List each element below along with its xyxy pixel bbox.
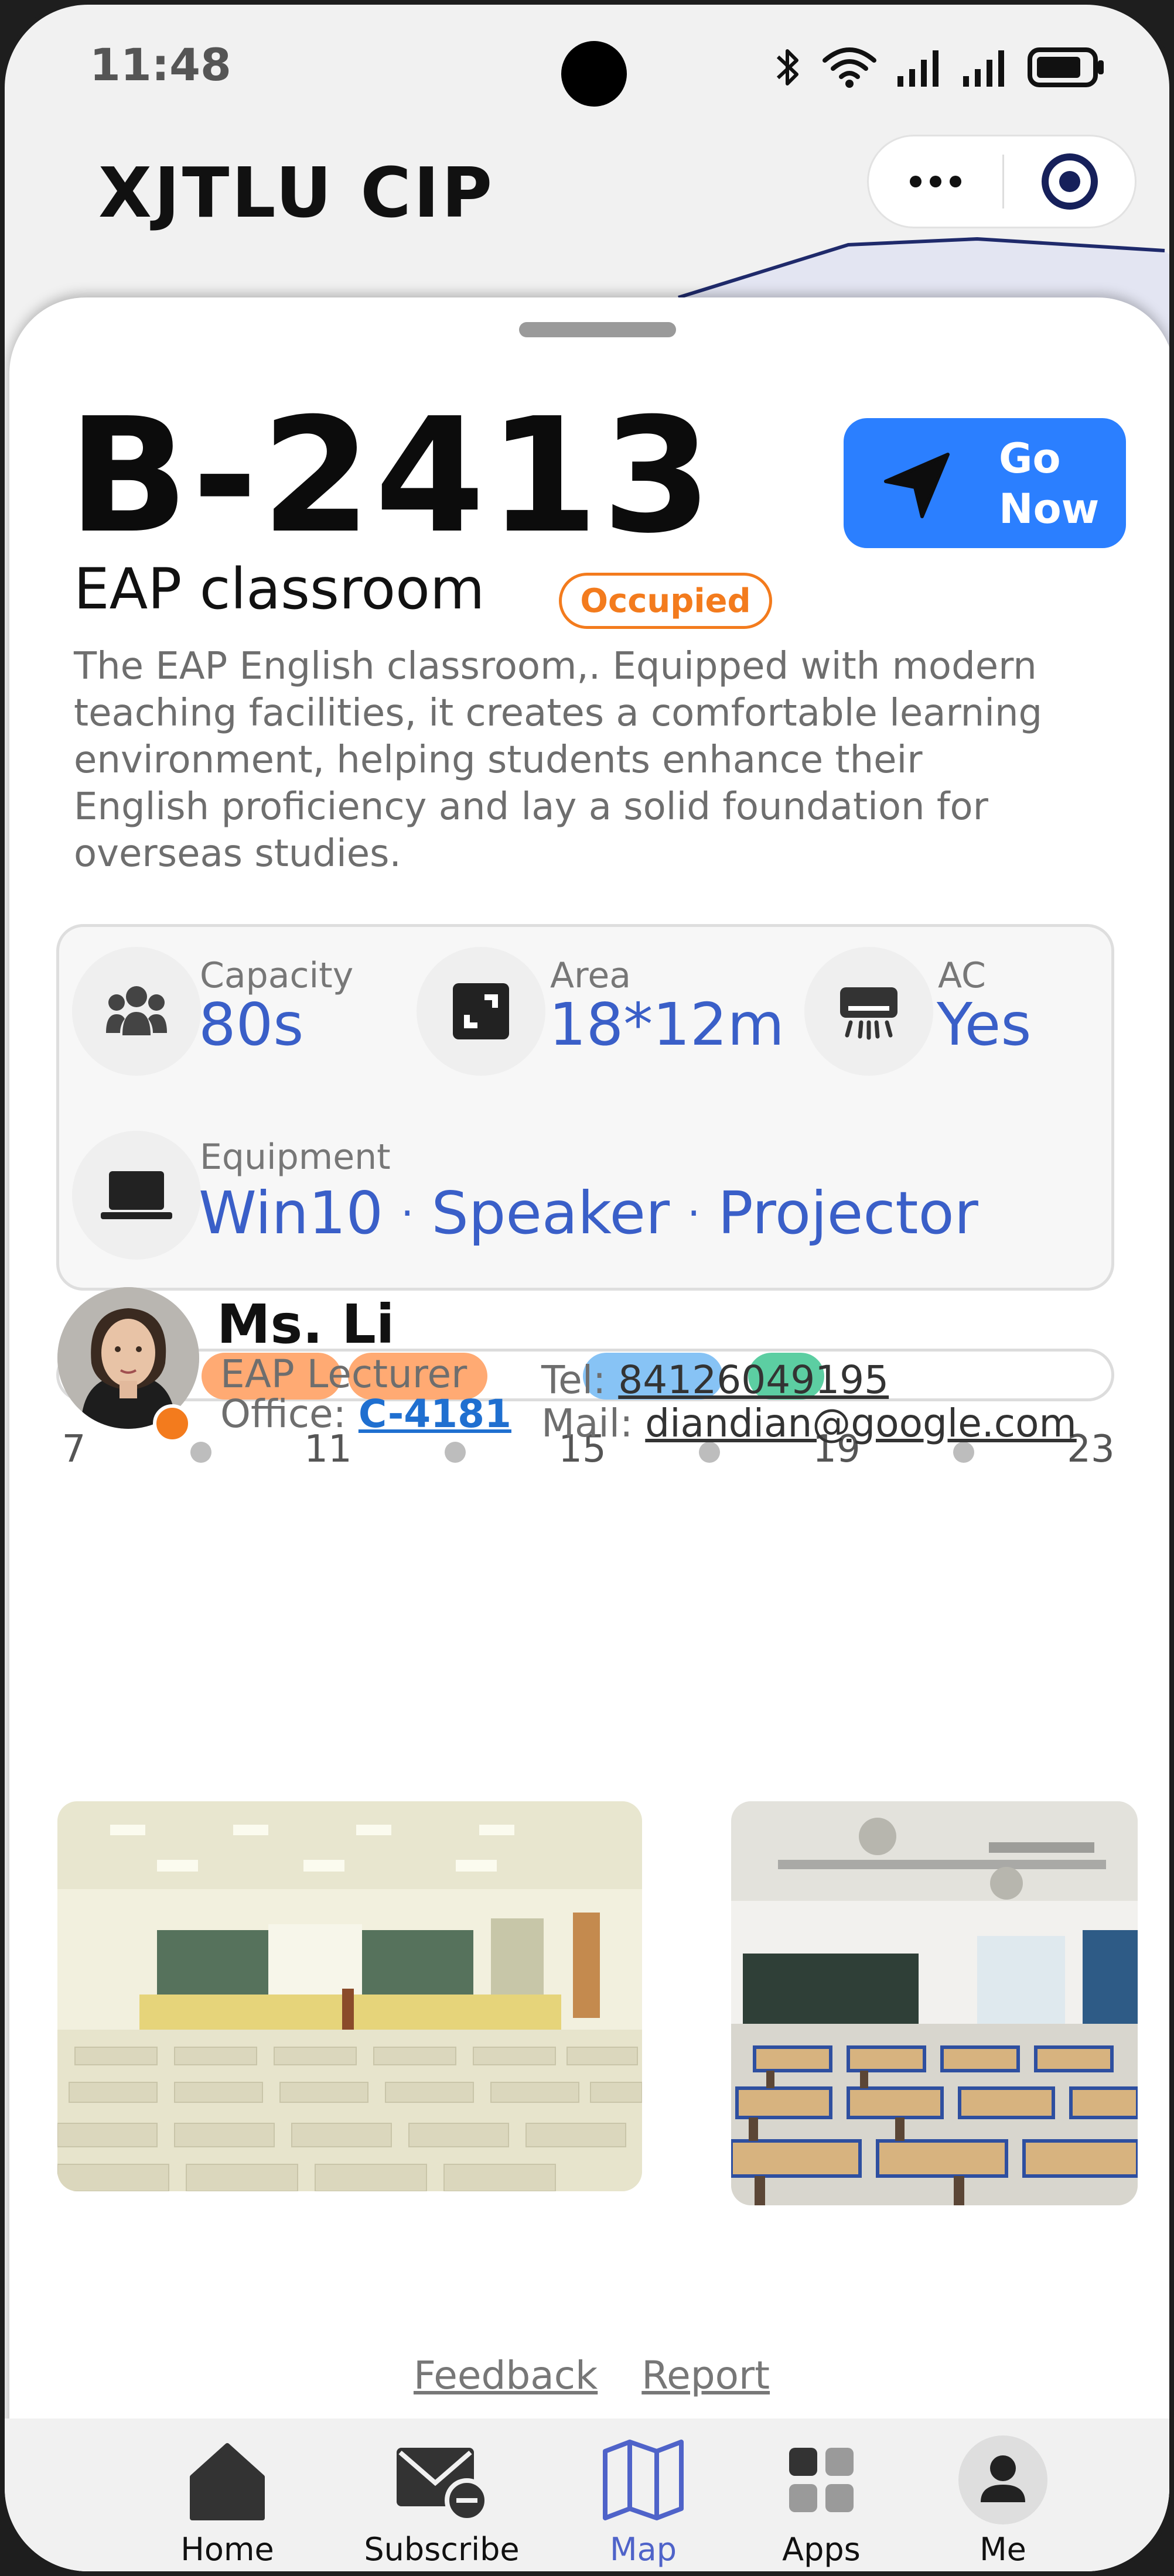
go-now-button[interactable]: Go Now: [844, 418, 1126, 548]
nav-label: Subscribe: [364, 2531, 520, 2568]
equipment-item: Speaker: [431, 1179, 670, 1247]
drag-handle[interactable]: [519, 322, 676, 337]
apps-icon: [789, 2448, 854, 2512]
ac-icon-circle: [804, 947, 933, 1076]
nav-map[interactable]: Map: [555, 2430, 731, 2571]
bottom-nav: Home Subscribe Map Apps Me: [5, 2418, 1169, 2571]
ac-value: Yes: [937, 990, 1032, 1059]
nav-label: Me: [980, 2531, 1026, 2568]
app-title: XJTLU CIP: [98, 152, 495, 233]
status-badge: Occupied: [559, 573, 772, 629]
more-dots-icon: [910, 176, 922, 187]
laptop-icon: [101, 1171, 172, 1219]
group-icon: [106, 986, 167, 1035]
capacity-icon-circle: [72, 947, 201, 1076]
equipment-item: Projector: [718, 1179, 978, 1247]
lecturer-mail: Mail: diandian@google.com: [541, 1401, 1077, 1446]
room-info-card: Capacity 80s Area 18*12m AC Yes Equipmen…: [56, 924, 1114, 1291]
tick-dot: [445, 1442, 466, 1463]
equipment-icon-circle: [72, 1131, 201, 1260]
nav-home[interactable]: Home: [139, 2430, 315, 2571]
lecturer-tel: Tel: 84126049195: [541, 1357, 889, 1402]
mail-icon: [397, 2448, 489, 2523]
nav-subscribe[interactable]: Subscribe: [354, 2430, 530, 2571]
feedback-link[interactable]: Feedback: [414, 2353, 598, 2398]
more-button[interactable]: [869, 136, 1002, 227]
tick-dot: [190, 1442, 211, 1463]
nav-label: Map: [610, 2531, 677, 2568]
status-icons: [773, 41, 1105, 94]
lecturer-role: EAP Lecturer: [220, 1352, 467, 1397]
tel-link[interactable]: 84126049195: [618, 1357, 889, 1402]
classroom-image: [731, 1801, 1138, 2205]
lecturer-name: Ms. Li: [217, 1293, 395, 1356]
front-camera: [561, 41, 627, 107]
presence-dot: [153, 1404, 192, 1443]
nav-label: Home: [180, 2531, 274, 2568]
room-detail-sheet: B-2413 Go Now EAP classroom Occupied The…: [9, 297, 1169, 2571]
map-icon: [603, 2440, 684, 2520]
report-link[interactable]: Report: [641, 2353, 770, 2398]
tick-label: 7: [62, 1428, 86, 1471]
phone-frame: 11:48 XJTLU CIP B-2413 Go Now EAP classr…: [0, 0, 1174, 2576]
bluetooth-icon: [776, 49, 798, 85]
capacity-value: 80s: [199, 990, 304, 1059]
battery-icon: [1028, 47, 1104, 87]
nav-me[interactable]: Me: [915, 2430, 1091, 2571]
signal-icon: [897, 50, 938, 87]
go-now-label: Go Now: [999, 435, 1100, 533]
navigation-arrow-icon: [884, 453, 950, 518]
more-dots-icon: [930, 176, 941, 187]
expand-icon: [453, 983, 509, 1039]
signal-icon: [963, 50, 1004, 87]
equipment-item: Win10: [199, 1179, 384, 1247]
close-mini-program-button[interactable]: [1004, 136, 1135, 227]
classroom-image: [57, 1801, 642, 2191]
home-icon: [190, 2443, 265, 2520]
office-link[interactable]: C-4181: [359, 1391, 511, 1436]
lecturer-office: Office: C-4181: [220, 1391, 511, 1436]
mini-program-capsule: [867, 135, 1137, 228]
mail-link[interactable]: diandian@google.com: [645, 1401, 1076, 1446]
mail-label: Mail:: [541, 1401, 633, 1446]
nav-apps[interactable]: Apps: [733, 2430, 909, 2571]
more-dots-icon: [950, 176, 961, 187]
area-icon-circle: [417, 947, 545, 1076]
equipment-values: Win10 · Speaker · Projector: [199, 1179, 978, 1247]
equipment-separator: ·: [687, 1189, 701, 1237]
room-code: B-2413: [68, 384, 716, 568]
area-value: 18*12m: [549, 990, 784, 1059]
room-type: EAP classroom: [74, 556, 485, 622]
equipment-separator: ·: [401, 1189, 414, 1237]
air-conditioner-icon: [840, 987, 897, 1040]
target-icon: [1041, 153, 1098, 210]
tel-label: Tel:: [541, 1357, 606, 1402]
equipment-label: Equipment: [200, 1137, 391, 1178]
nav-label: Apps: [782, 2531, 861, 2568]
footer-links: Feedback Report: [5, 2353, 1169, 2398]
wifi-icon: [823, 47, 876, 88]
user-icon: [958, 2435, 1047, 2524]
classroom-photo-1[interactable]: [57, 1801, 642, 2191]
room-description: The EAP English classroom,. Equipped wit…: [74, 645, 1043, 875]
office-label: Office:: [220, 1391, 346, 1436]
classroom-photo-2[interactable]: [731, 1801, 1138, 2205]
status-time: 11:48: [90, 39, 231, 91]
